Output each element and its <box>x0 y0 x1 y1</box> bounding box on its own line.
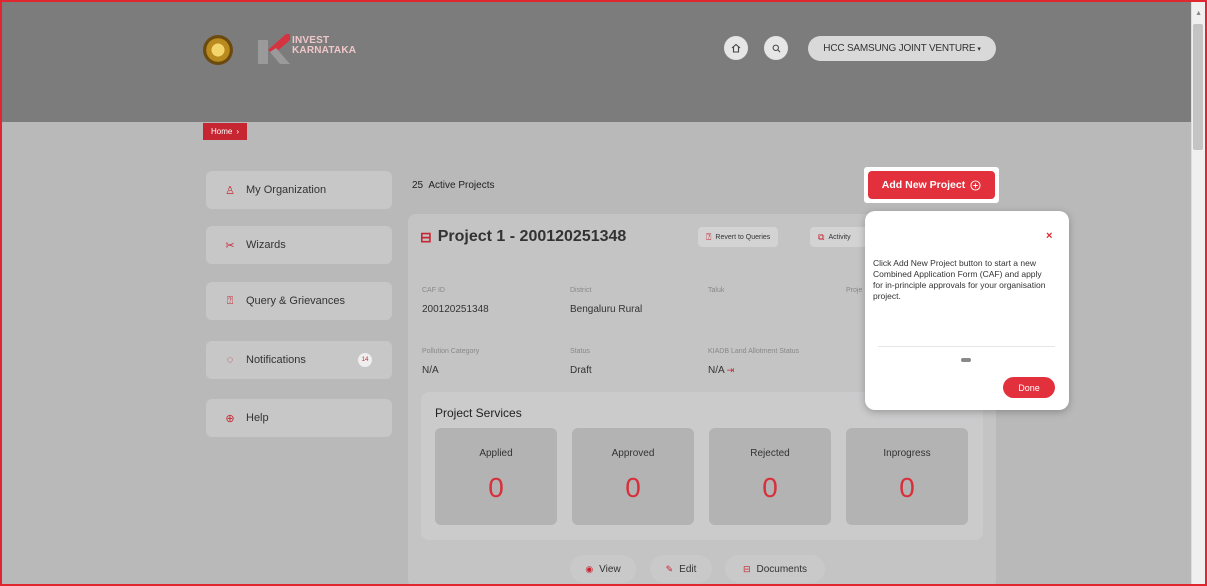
rejected-count: 0 <box>762 472 778 503</box>
documents-label: Documents <box>756 563 808 575</box>
pollution-category-value: N/A <box>422 365 439 376</box>
active-projects-count: 25 Active Projects <box>412 180 495 191</box>
chevron-down-icon: ▾ <box>977 45 981 53</box>
sidebar-item-help[interactable]: ⊕ Help <box>206 399 392 437</box>
edit-icon: ✎ <box>665 563 674 574</box>
home-icon <box>731 43 741 53</box>
question-icon: ⍰ <box>706 231 712 242</box>
status-value: Draft <box>570 365 592 376</box>
notification-count-badge: 14 <box>358 353 372 367</box>
kiadb-status-label: KIADB Land Allotment Status <box>708 348 800 355</box>
tooltip-text: Click Add New Project button to start a … <box>873 258 1046 301</box>
view-button[interactable]: ◉ View <box>570 555 636 583</box>
user-menu-button[interactable]: HCC SAMSUNG JOINT VENTURE ▾ <box>808 36 996 61</box>
invest-karnataka-logo-icon <box>258 34 290 64</box>
user-icon: ♙ <box>225 184 235 197</box>
kiadb-value-text: N/A <box>708 365 725 376</box>
search-icon <box>772 44 780 52</box>
status-label: Status <box>570 348 590 355</box>
activity-icon: ⧉ <box>818 231 825 242</box>
close-icon[interactable]: × <box>1046 230 1052 242</box>
wand-icon: ✂ <box>225 239 235 252</box>
district-label: District <box>570 287 592 294</box>
sidebar-item-label: Wizards <box>246 239 286 251</box>
sidebar-item-label: Help <box>246 412 269 424</box>
brand-logo-text: INVEST KARNATAKA <box>292 36 356 56</box>
header-bar <box>2 2 1205 122</box>
sidebar-item-query-grievances[interactable]: ⍰ Query & Grievances <box>206 282 392 320</box>
district-value: Bengaluru Rural <box>570 304 643 315</box>
project-title: ⊟ Project 1 - 200120251348 <box>420 228 626 246</box>
project-title-text: Project 1 - 200120251348 <box>437 228 627 245</box>
done-button[interactable]: Done <box>1003 377 1055 398</box>
inprogress-label: Inprogress <box>883 448 931 459</box>
sidebar-item-label: Query & Grievances <box>246 295 346 307</box>
caf-id-label: CAF ID <box>422 287 445 294</box>
caf-id-value: 200120251348 <box>422 304 489 315</box>
karnataka-emblem-icon <box>203 35 233 65</box>
pollution-category-label: Pollution Category <box>422 348 480 355</box>
form-icon: ⊟ <box>420 228 432 245</box>
revert-label: Revert to Queries <box>715 233 771 241</box>
external-link-icon[interactable]: ⇥ <box>727 365 735 375</box>
scroll-up-arrow-icon[interactable]: ▲ <box>1195 10 1202 17</box>
chevron-right-icon: › <box>236 127 240 136</box>
plus-circle-icon <box>970 179 981 191</box>
breadcrumb[interactable]: Home › <box>203 123 248 140</box>
search-button[interactable] <box>764 36 788 60</box>
logo-line-2: KARNATAKA <box>292 45 357 56</box>
approved-label: Approved <box>611 448 655 459</box>
tour-step-indicator <box>961 358 971 362</box>
tooltip-divider <box>878 346 1055 347</box>
rejected-label: Rejected <box>750 448 790 459</box>
sidebar-item-label: Notifications <box>246 354 306 366</box>
kiadb-status-value: N/A ⇥ <box>708 365 734 376</box>
user-name: HCC SAMSUNG JOINT VENTURE <box>823 43 976 54</box>
breadcrumb-home[interactable]: Home <box>211 127 232 136</box>
approved-count: 0 <box>625 472 641 503</box>
applied-count: 0 <box>488 472 504 503</box>
eye-icon: ◉ <box>585 563 594 574</box>
activity-button[interactable]: ⧉ Activity <box>810 227 870 247</box>
revert-to-queries-button[interactable]: ⍰ Revert to Queries <box>698 227 779 247</box>
project-services-title: Project Services <box>435 406 522 420</box>
scrollbar-thumb[interactable] <box>1193 24 1203 150</box>
edit-button[interactable]: ✎ Edit <box>650 555 712 583</box>
sidebar-item-wizards[interactable]: ✂ Wizards <box>206 226 392 264</box>
bell-icon: ◌ <box>226 354 234 366</box>
app-frame: INVEST KARNATAKA HCC SAMSUNG JOINT VENTU… <box>0 0 1207 586</box>
sidebar-item-label: My Organization <box>246 184 327 196</box>
document-icon: ⊟ <box>742 563 751 574</box>
sidebar-item-my-organization[interactable]: ♙ My Organization <box>206 171 392 209</box>
applied-label: Applied <box>479 448 513 459</box>
add-new-project-label: Add New Project <box>881 179 966 191</box>
add-new-project-button[interactable]: Add New Project <box>868 171 995 199</box>
home-button[interactable] <box>724 36 748 60</box>
scrollbar[interactable]: ▲ <box>1191 2 1205 584</box>
active-label: Active Projects <box>428 180 495 191</box>
activity-label: Activity <box>828 233 851 241</box>
sidebar-item-notifications[interactable]: ◌ Notifications 14 <box>206 341 392 379</box>
question-icon: ⍰ <box>226 294 234 307</box>
inprogress-count: 0 <box>899 472 915 503</box>
documents-button[interactable]: ⊟ Documents <box>725 555 825 583</box>
active-count: 25 <box>412 180 424 191</box>
view-label: View <box>599 563 621 575</box>
project-field-label: Proje <box>846 287 863 294</box>
edit-label: Edit <box>679 563 697 575</box>
taluk-label: Taluk <box>708 287 725 294</box>
lifebuoy-icon: ⊕ <box>225 412 235 425</box>
